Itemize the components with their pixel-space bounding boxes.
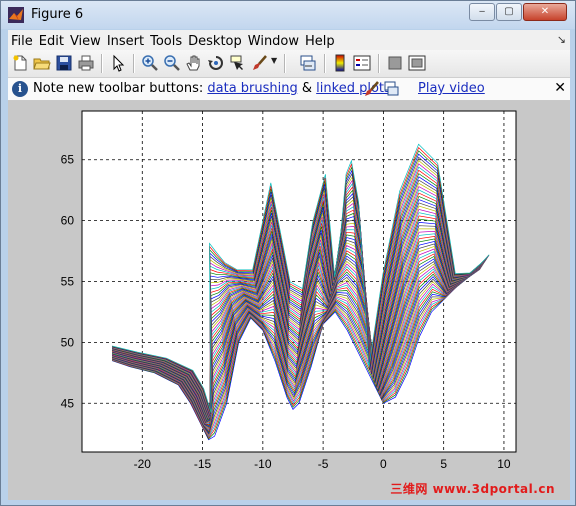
link-plot-icon	[384, 81, 399, 96]
toolbar-separator	[378, 54, 380, 73]
show-plot-tools-icon[interactable]	[408, 54, 426, 72]
dropdown-arrow-icon[interactable]: ▼	[271, 56, 277, 65]
figure-canvas: -20 -15 -10 -5 0 5 10 45 50 55 60 65	[8, 101, 570, 500]
zoom-in-icon[interactable]	[141, 54, 159, 72]
x-tick-label: -10	[254, 457, 272, 471]
x-tick-label: -5	[318, 457, 329, 471]
maximize-button[interactable]: ▢	[496, 3, 522, 21]
save-icon[interactable]	[55, 54, 73, 72]
menu-view[interactable]: View	[67, 32, 104, 51]
data-brushing-link[interactable]: data brushing	[207, 81, 297, 96]
y-tick-label: 65	[61, 153, 75, 167]
menu-bar: File Edit View Insert Tools Desktop Window Help…	[8, 30, 570, 51]
watermark: 三维网 www.3dportal.cn	[390, 482, 555, 496]
data-cursor-icon[interactable]	[229, 54, 247, 72]
info-message: Note new toolbar buttons: data brushing …	[33, 81, 391, 96]
pan-hand-icon[interactable]	[185, 54, 203, 72]
menu-insert[interactable]: Insert	[104, 32, 147, 51]
brush-icon	[365, 81, 379, 96]
colorbar-icon[interactable]	[331, 54, 349, 72]
title-bar[interactable]: Figure 6 ‒ ▢ ✕	[1, 1, 575, 29]
y-tick-label: 45	[61, 396, 75, 410]
menu-window[interactable]: Window	[245, 32, 302, 51]
print-icon[interactable]	[77, 54, 95, 72]
x-tick-label: 10	[497, 457, 511, 471]
figure-window: Figure 6 ‒ ▢ ✕ File Edit View Insert Tools De…	[0, 0, 576, 506]
window-title: Figure 6	[31, 7, 84, 22]
info-icon: i	[12, 81, 28, 97]
menu-tools[interactable]: Tools	[147, 32, 185, 51]
plot-svg[interactable]: -20 -15 -10 -5 0 5 10 45 50 55 60 65	[8, 101, 570, 500]
open-file-icon[interactable]	[33, 54, 51, 72]
link-plot-icon[interactable]	[299, 54, 317, 72]
toolbar-separator	[284, 54, 286, 73]
menu-edit[interactable]: Edit	[36, 32, 67, 51]
y-tick-label: 50	[61, 335, 75, 349]
x-tick-label: 5	[440, 457, 447, 471]
figure-toolbar: ▼	[8, 50, 570, 78]
pointer-icon[interactable]	[109, 54, 127, 72]
minimize-button[interactable]: ‒	[469, 3, 495, 21]
toolbar-separator	[324, 54, 326, 73]
info-ampersand: &	[297, 81, 317, 96]
close-button[interactable]: ✕	[523, 3, 567, 21]
zoom-out-icon[interactable]	[163, 54, 181, 72]
maximize-icon: ▢	[504, 6, 514, 17]
info-prefix: Note new toolbar buttons:	[33, 81, 208, 96]
info-close-icon[interactable]: ✕	[554, 80, 566, 96]
toolbar-separator	[133, 54, 135, 73]
minimize-icon: ‒	[478, 6, 486, 17]
close-icon: ✕	[540, 6, 550, 17]
rotate-3d-icon[interactable]	[207, 54, 225, 72]
menu-file[interactable]: File	[8, 32, 36, 51]
toolbar-separator	[101, 54, 103, 73]
brush-icon[interactable]	[251, 54, 269, 72]
play-video-link[interactable]: Play video	[418, 81, 485, 96]
x-tick-label: 0	[380, 457, 387, 471]
new-figure-icon[interactable]	[11, 54, 29, 72]
legend-icon[interactable]	[353, 54, 371, 72]
info-bar: i Note new toolbar buttons: data brushin…	[8, 78, 570, 101]
dock-arrow-icon[interactable]: ↘	[557, 33, 566, 46]
menu-help[interactable]: Help	[302, 32, 338, 51]
hide-plot-tools-icon[interactable]	[386, 54, 404, 72]
x-tick-label: -15	[194, 457, 212, 471]
y-tick-label: 60	[61, 214, 75, 228]
y-tick-label: 55	[61, 275, 75, 289]
menu-desktop[interactable]: Desktop	[185, 32, 245, 51]
x-tick-label: -20	[134, 457, 152, 471]
matlab-logo-icon	[8, 7, 24, 23]
